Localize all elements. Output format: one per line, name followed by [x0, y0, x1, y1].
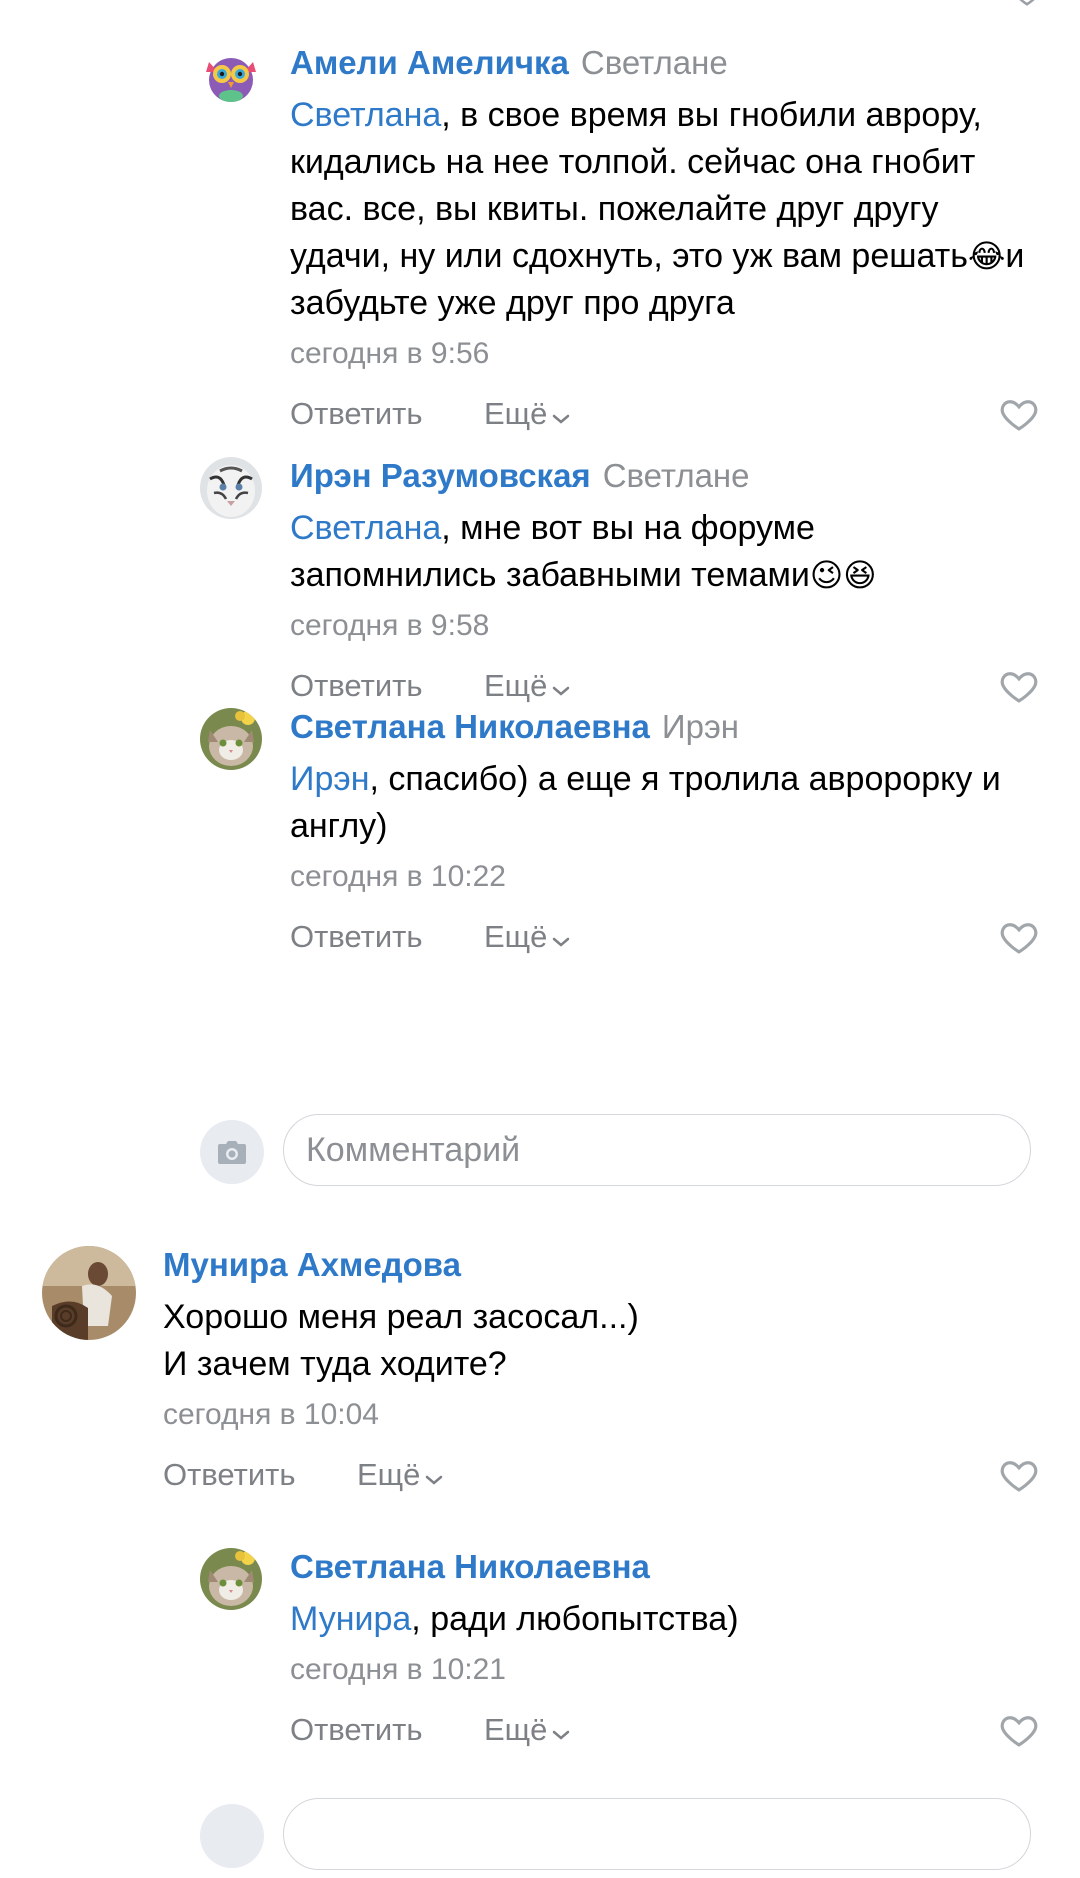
emoji: 😉😆 [809, 556, 877, 594]
avatar[interactable] [200, 708, 262, 770]
more-button[interactable]: Ещё [484, 912, 571, 964]
comment-input[interactable]: Комментарий [283, 1114, 1031, 1186]
avatar[interactable] [200, 1548, 262, 1610]
comment-body: Светлана Николаевна Ирэн Ирэн, спасибо) а… [290, 704, 1040, 962]
more-label: Ещё [484, 396, 548, 431]
comment-header: Светлана Николаевна [290, 1544, 1040, 1590]
heart-icon[interactable] [998, 916, 1040, 958]
comment-text: Светлана, мне вот вы на форуме запомнили… [290, 505, 1030, 599]
comment-header: Мунира Ахмедова [163, 1242, 1040, 1288]
comment-body: Ирэн Разумовская Светлане Светлана, мне в… [290, 453, 1040, 711]
reply-addressee[interactable]: Светлане [603, 457, 750, 494]
more-label: Ещё [484, 919, 548, 954]
comment-header: Амели Амеличка Светлане [290, 40, 1040, 86]
mention-link[interactable]: Светлана [290, 96, 441, 134]
chevron-down-icon [551, 1707, 571, 1757]
author-name[interactable]: Светлана Николаевна [290, 708, 650, 745]
comment-text-line: Хорошо меня реал засосал...) [163, 1298, 639, 1336]
comment-actions: Ответить Ещё [290, 1705, 1040, 1755]
comment-timestamp[interactable]: сегодня в 9:56 [290, 333, 1040, 375]
heart-icon[interactable] [1012, 0, 1042, 8]
more-button[interactable]: Ещё [484, 1705, 571, 1757]
avatar[interactable] [200, 457, 262, 519]
comment-actions: Ответить Ещё [290, 912, 1040, 962]
comment-text: Ирэн, спасибо) а еще я тролила авророрку… [290, 756, 1030, 850]
comment-body: Мунира Ахмедова Хорошо меня реал засосал… [163, 1242, 1040, 1500]
more-button[interactable]: Ещё [484, 389, 571, 441]
comments-feed: Амели Амеличка Светлане Светлана, в свое … [0, 0, 1080, 1870]
comment-text: Хорошо меня реал засосал...) И зачем туд… [163, 1294, 983, 1388]
comment-text-part: , ради любопытства) [411, 1600, 739, 1638]
mention-link[interactable]: Мунира [290, 1600, 411, 1638]
comment-body: Амели Амеличка Светлане Светлана, в свое … [290, 40, 1040, 439]
heart-icon[interactable] [998, 1709, 1040, 1751]
comment-text: Мунира, ради любопытства) [290, 1596, 1030, 1643]
more-label: Ещё [484, 1712, 548, 1747]
comment-text-part: , спасибо) а еще я тролила авророрку и а… [290, 760, 1001, 845]
more-label: Ещё [357, 1457, 421, 1492]
comment-text-line: И зачем туда ходите? [163, 1345, 507, 1383]
author-name[interactable]: Мунира Ахмедова [163, 1246, 461, 1283]
chevron-down-icon [551, 914, 571, 964]
chevron-down-icon [551, 391, 571, 441]
author-name[interactable]: Ирэн Разумовская [290, 457, 591, 494]
author-name[interactable]: Амели Амеличка [290, 44, 569, 81]
comment-actions: Ответить Ещё [290, 389, 1040, 439]
reply-addressee[interactable]: Ирэн [662, 708, 739, 745]
reply-button[interactable]: Ответить [163, 1450, 296, 1500]
comment-composer-partial [0, 1798, 1080, 1878]
more-button[interactable]: Ещё [357, 1450, 444, 1502]
comment-header: Светлана Николаевна Ирэн [290, 704, 1040, 750]
heart-icon[interactable] [998, 1454, 1040, 1496]
reply-addressee[interactable]: Светлане [581, 44, 728, 81]
mention-link[interactable]: Ирэн [290, 760, 369, 798]
heart-icon[interactable] [998, 393, 1040, 435]
reply-button[interactable]: Ответить [290, 389, 423, 439]
comment-composer: Комментарий [0, 1114, 1080, 1194]
comment-input[interactable] [283, 1798, 1031, 1870]
comment-body: Светлана Николаевна Мунира, ради любопыт… [290, 1544, 1040, 1755]
more-label: Ещё [484, 668, 548, 703]
chevron-down-icon [424, 1452, 444, 1502]
mention-link[interactable]: Светлана [290, 509, 441, 547]
avatar[interactable] [42, 1246, 136, 1340]
author-name[interactable]: Светлана Николаевна [290, 1548, 650, 1585]
attach-photo-button[interactable] [200, 1120, 264, 1184]
comment-timestamp[interactable]: сегодня в 10:04 [163, 1394, 1040, 1436]
comment-actions: Ответить Ещё [163, 1450, 1040, 1500]
attach-photo-button[interactable] [200, 1804, 264, 1868]
comment-timestamp[interactable]: сегодня в 9:58 [290, 605, 1040, 647]
avatar[interactable] [200, 44, 262, 106]
reply-button[interactable]: Ответить [290, 1705, 423, 1755]
heart-icon[interactable] [998, 665, 1040, 707]
reply-button[interactable]: Ответить [290, 912, 423, 962]
comment-timestamp[interactable]: сегодня в 10:21 [290, 1649, 1040, 1691]
comment-timestamp[interactable]: сегодня в 10:22 [290, 856, 1040, 898]
comment-header: Ирэн Разумовская Светлане [290, 453, 1040, 499]
emoji: 😂 [967, 237, 1006, 275]
comment-text: Светлана, в свое время вы гнобили аврору… [290, 92, 1030, 327]
